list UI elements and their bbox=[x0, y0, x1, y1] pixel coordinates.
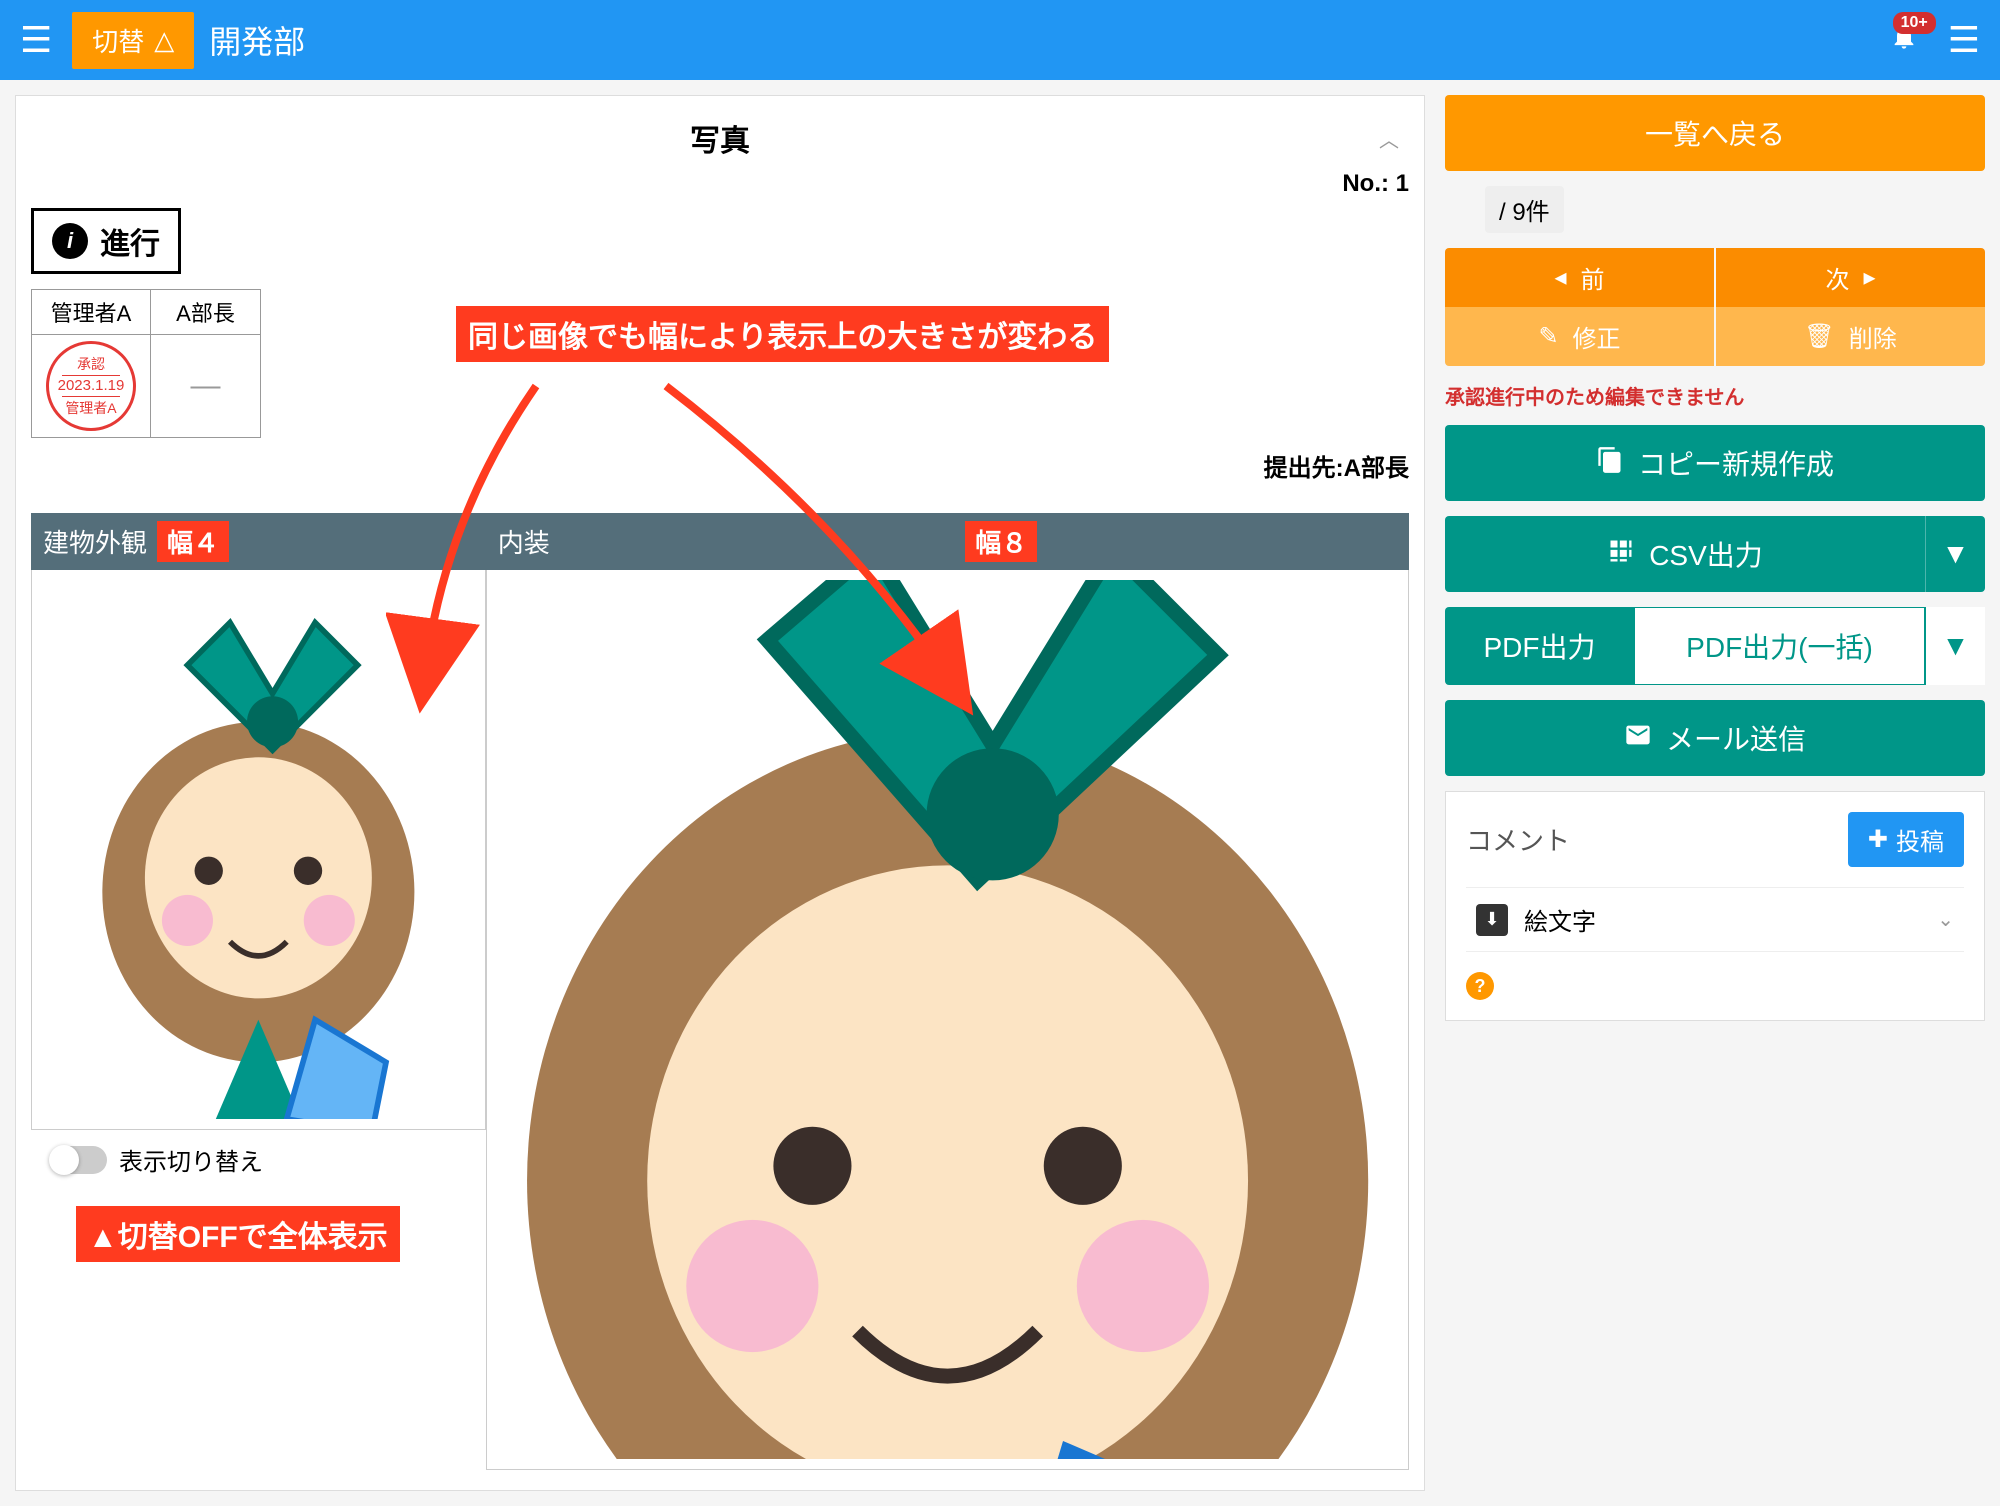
app-header: ☰ 切替 △ 開発部 10+ ☰ bbox=[0, 0, 2000, 80]
display-toggle[interactable] bbox=[51, 1146, 107, 1174]
side-panel: 一覧へ戻る / 9件 ◂ 前 次 ▸ ✎ 修正 🗑 bbox=[1445, 95, 1985, 1491]
col2-width-tag: 幅８ bbox=[965, 521, 1037, 562]
image-column-8: 内装 幅８ bbox=[486, 513, 1409, 1470]
trash-icon: 🗑 bbox=[1804, 322, 1834, 351]
chevron-right-icon: ▸ bbox=[1863, 263, 1875, 292]
annotation-toggle-note: ▲切替OFFで全体表示 bbox=[76, 1206, 400, 1262]
main-panel: 写真 ︿ No.: 1 i 進行 管理者A A部長 bbox=[15, 95, 1425, 1491]
delete-button[interactable]: 🗑 削除 bbox=[1716, 307, 1985, 366]
download-icon: ⬇ bbox=[1476, 904, 1508, 936]
mail-icon bbox=[1624, 721, 1652, 756]
header-right: 10+ ☰ bbox=[1890, 19, 1980, 61]
record-number: No.: 1 bbox=[31, 170, 1409, 198]
toggle-label: 表示切り替え bbox=[119, 1142, 263, 1177]
col1-width-tag: 幅４ bbox=[157, 521, 229, 562]
help-icon[interactable]: ? bbox=[1466, 972, 1494, 1000]
switch-label: 切替 bbox=[92, 22, 144, 59]
section-title: 写真 bbox=[690, 116, 750, 160]
comment-title: コメント bbox=[1466, 821, 1570, 858]
notifications-button[interactable]: 10+ bbox=[1890, 22, 1918, 59]
copy-new-button[interactable]: コピー新規作成 bbox=[1445, 425, 1985, 501]
image-column-4: 建物外観 幅４ bbox=[31, 513, 486, 1470]
csv-dropdown-button[interactable]: ▼ bbox=[1925, 516, 1985, 592]
grid-icon bbox=[1607, 537, 1635, 572]
status-label: 進行 bbox=[100, 219, 160, 263]
status-box: i 進行 bbox=[31, 208, 181, 274]
next-button[interactable]: 次 ▸ bbox=[1716, 248, 1985, 307]
comment-panel: コメント ✚ 投稿 ⬇ 絵文字 ⌄ ? bbox=[1445, 791, 1985, 1021]
annotation-width-note: 同じ画像でも幅により表示上の大きさが変わる bbox=[456, 306, 1109, 362]
notification-badge: 10+ bbox=[1893, 12, 1936, 34]
approval-col1-header: 管理者A bbox=[32, 290, 151, 335]
emoji-row[interactable]: ⬇ 絵文字 ⌄ bbox=[1466, 887, 1964, 952]
pdf-batch-button[interactable]: PDF出力(一括) bbox=[1634, 607, 1925, 685]
menu-icon[interactable]: ☰ bbox=[20, 19, 52, 61]
prev-button[interactable]: ◂ 前 bbox=[1445, 248, 1714, 307]
approval-empty-cell: — bbox=[151, 335, 261, 438]
menu-right-icon[interactable]: ☰ bbox=[1948, 19, 1980, 61]
plus-icon: ✚ bbox=[1868, 825, 1888, 854]
mail-send-button[interactable]: メール送信 bbox=[1445, 700, 1985, 776]
mascot-image-large bbox=[497, 580, 1398, 1459]
submitted-to: 提出先:A部長 bbox=[31, 448, 1409, 483]
post-comment-button[interactable]: ✚ 投稿 bbox=[1848, 812, 1964, 867]
switch-button[interactable]: 切替 △ bbox=[72, 12, 194, 69]
approval-table: 管理者A A部長 承認 2023.1.19 管理者A — bbox=[31, 289, 261, 438]
pdf-dropdown-button[interactable]: ▼ bbox=[1925, 607, 1985, 685]
approval-col2-header: A部長 bbox=[151, 290, 261, 335]
copy-icon bbox=[1596, 446, 1624, 481]
csv-export-button[interactable]: CSV出力 bbox=[1445, 516, 1925, 592]
chevron-up-icon[interactable]: ︿ bbox=[1379, 124, 1399, 153]
pdf-export-button[interactable]: PDF出力 bbox=[1445, 607, 1634, 685]
department-name: 開発部 bbox=[209, 17, 305, 63]
emoji-label: 絵文字 bbox=[1524, 902, 1921, 937]
edit-button[interactable]: ✎ 修正 bbox=[1445, 307, 1714, 366]
col2-label: 内装 bbox=[498, 523, 550, 560]
pager-display: / 9件 bbox=[1485, 186, 1564, 233]
chevron-left-icon: ◂ bbox=[1554, 263, 1566, 292]
back-to-list-button[interactable]: 一覧へ戻る bbox=[1445, 95, 1985, 171]
mascot-image-small bbox=[42, 580, 475, 1119]
approval-stamp: 承認 2023.1.19 管理者A bbox=[46, 341, 136, 431]
edit-warning: 承認進行中のため編集できません bbox=[1445, 381, 1985, 410]
col1-label: 建物外観 bbox=[43, 523, 147, 560]
triangle-up-icon: △ bbox=[154, 25, 174, 56]
pencil-icon: ✎ bbox=[1538, 322, 1558, 351]
chevron-down-icon: ⌄ bbox=[1937, 907, 1954, 932]
approval-stamp-cell: 承認 2023.1.19 管理者A bbox=[32, 335, 151, 438]
info-icon: i bbox=[52, 223, 88, 259]
